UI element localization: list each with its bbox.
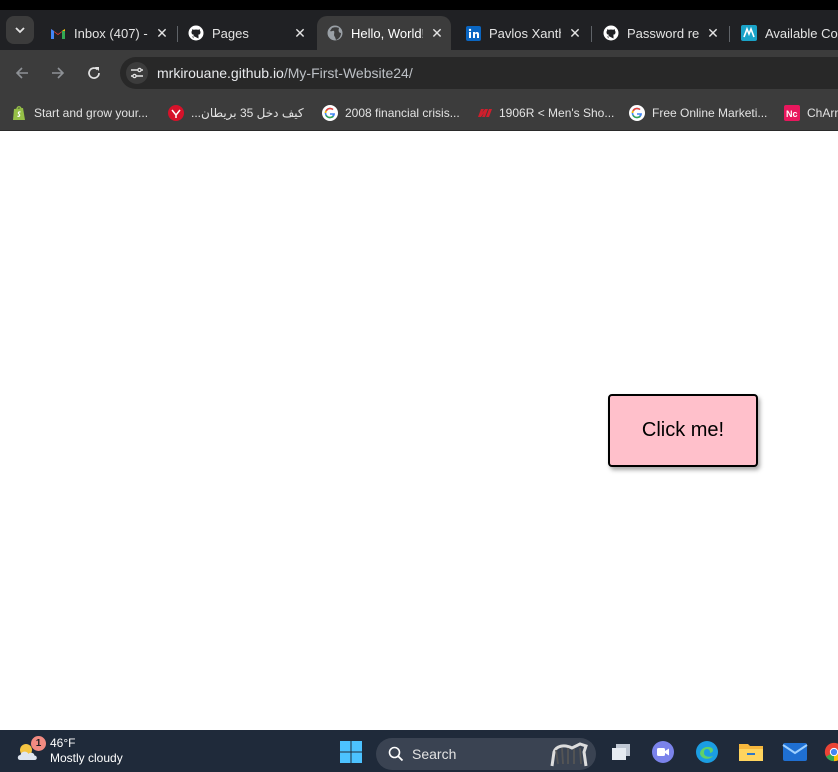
close-icon[interactable]: ✕	[567, 25, 583, 41]
bookmark-item[interactable]: Nc ChArr	[784, 102, 838, 124]
tab-password-reset[interactable]: Password res ✕	[593, 16, 727, 50]
arrow-left-icon	[15, 67, 28, 79]
bookmark-label: كيف دخل 35 بريطان...	[191, 106, 304, 120]
bookmark-item[interactable]: كيف دخل 35 بريطان...	[168, 102, 304, 124]
notification-badge: 1	[31, 736, 46, 751]
tab-inbox[interactable]: Inbox (407) - ✕	[40, 16, 176, 50]
bookmark-item[interactable]: Free Online Marketi...	[629, 102, 767, 124]
bookmark-item[interactable]: 2008 financial crisis...	[322, 102, 460, 124]
video-chat-icon	[652, 741, 674, 763]
folder-icon	[739, 744, 763, 761]
search-label: Search	[412, 746, 457, 762]
github-icon	[188, 25, 204, 41]
github-icon	[603, 25, 619, 41]
click-me-button[interactable]: Click me!	[608, 394, 758, 467]
start-button[interactable]	[338, 739, 364, 765]
bookmark-label: Free Online Marketi...	[652, 106, 768, 120]
chrome-button[interactable]	[824, 739, 838, 765]
forward-button[interactable]	[46, 61, 70, 85]
tab-available[interactable]: Available Co	[731, 16, 838, 50]
tab-search-button[interactable]	[6, 16, 34, 44]
mail-icon	[782, 743, 808, 761]
window-top-edge	[0, 0, 838, 10]
bookmark-item[interactable]: 1906R < Men's Sho...	[476, 102, 614, 124]
bookmark-item[interactable]: Start and grow your...	[11, 102, 148, 124]
shopify-icon	[11, 105, 27, 121]
taskbar-search[interactable]: Search	[376, 738, 596, 770]
bookmark-label: Start and grow your...	[34, 106, 149, 120]
chevron-down-icon	[15, 27, 25, 34]
close-icon[interactable]: ✕	[429, 25, 445, 41]
close-icon[interactable]: ✕	[154, 25, 170, 41]
edge-icon	[696, 741, 718, 763]
edge-button[interactable]	[694, 739, 720, 765]
cloud-sun-icon: 1	[14, 736, 46, 766]
mail-button[interactable]	[782, 739, 808, 765]
taskbar: 1 46°F Mostly cloudy Search	[0, 730, 838, 772]
tab-title: Available Co	[765, 25, 838, 41]
tab-title: Pavlos Xanth	[489, 25, 561, 41]
tab-title: Hello, World!	[351, 25, 423, 41]
url-host: mrkirouane.github.io	[157, 65, 284, 81]
arrow-right-icon	[52, 67, 65, 79]
close-icon[interactable]: ✕	[705, 25, 721, 41]
tab-title: Pages	[212, 25, 249, 41]
google-icon	[629, 105, 645, 121]
search-icon	[388, 746, 404, 762]
nc-icon: Nc	[784, 105, 800, 121]
web-page: Click me!	[0, 131, 838, 730]
task-view-icon	[612, 744, 630, 760]
tab-hello-world[interactable]: Hello, World! ✕	[317, 16, 451, 50]
tab-pavlos[interactable]: Pavlos Xanth ✕	[455, 16, 589, 50]
site-icon	[741, 25, 757, 41]
tab-pages[interactable]: Pages ✕	[178, 16, 314, 50]
gmail-icon	[50, 25, 66, 41]
linkedin-icon	[465, 25, 481, 41]
google-icon	[322, 105, 338, 121]
url-text[interactable]: mrkirouane.github.io/My-First-Website24/	[157, 65, 413, 81]
weather-widget[interactable]: 1 46°F Mostly cloudy	[14, 736, 123, 766]
tab-separator	[591, 26, 592, 42]
new-balance-icon	[476, 105, 492, 121]
arabic-news-icon	[168, 105, 184, 121]
file-explorer-button[interactable]	[738, 739, 764, 765]
bookmark-label: 2008 financial crisis...	[345, 106, 460, 120]
site-info-icon[interactable]	[126, 62, 148, 84]
zebra-illustration-icon	[550, 742, 588, 767]
teams-chat-button[interactable]	[650, 739, 676, 765]
tab-title: Inbox (407) -	[74, 25, 148, 41]
windows-icon	[340, 741, 362, 763]
tab-title: Password res	[627, 25, 699, 41]
bookmark-label: ChArr	[807, 106, 838, 120]
globe-icon	[327, 25, 343, 41]
chrome-icon	[824, 742, 838, 762]
close-icon[interactable]: ✕	[292, 25, 308, 41]
url-path: /My-First-Website24/	[283, 65, 413, 81]
weather-condition: Mostly cloudy	[50, 751, 123, 765]
bookmark-label: 1906R < Men's Sho...	[499, 106, 615, 120]
temperature: 46°F	[50, 736, 76, 750]
tab-separator	[729, 26, 730, 42]
bookmarks-bar: Start and grow your... كيف دخل 35 بريطان…	[0, 96, 838, 131]
reload-icon	[88, 67, 100, 79]
tab-strip: Inbox (407) - ✕ Pages ✕ Hello, World! ✕ …	[0, 10, 838, 50]
back-button[interactable]	[10, 61, 34, 85]
reload-button[interactable]	[82, 61, 106, 85]
browser-toolbar: mrkirouane.github.io/My-First-Website24/	[0, 50, 838, 96]
task-view-button[interactable]	[608, 739, 634, 765]
svg-text:Nc: Nc	[786, 109, 798, 119]
address-bar[interactable]: mrkirouane.github.io/My-First-Website24/	[120, 57, 838, 89]
